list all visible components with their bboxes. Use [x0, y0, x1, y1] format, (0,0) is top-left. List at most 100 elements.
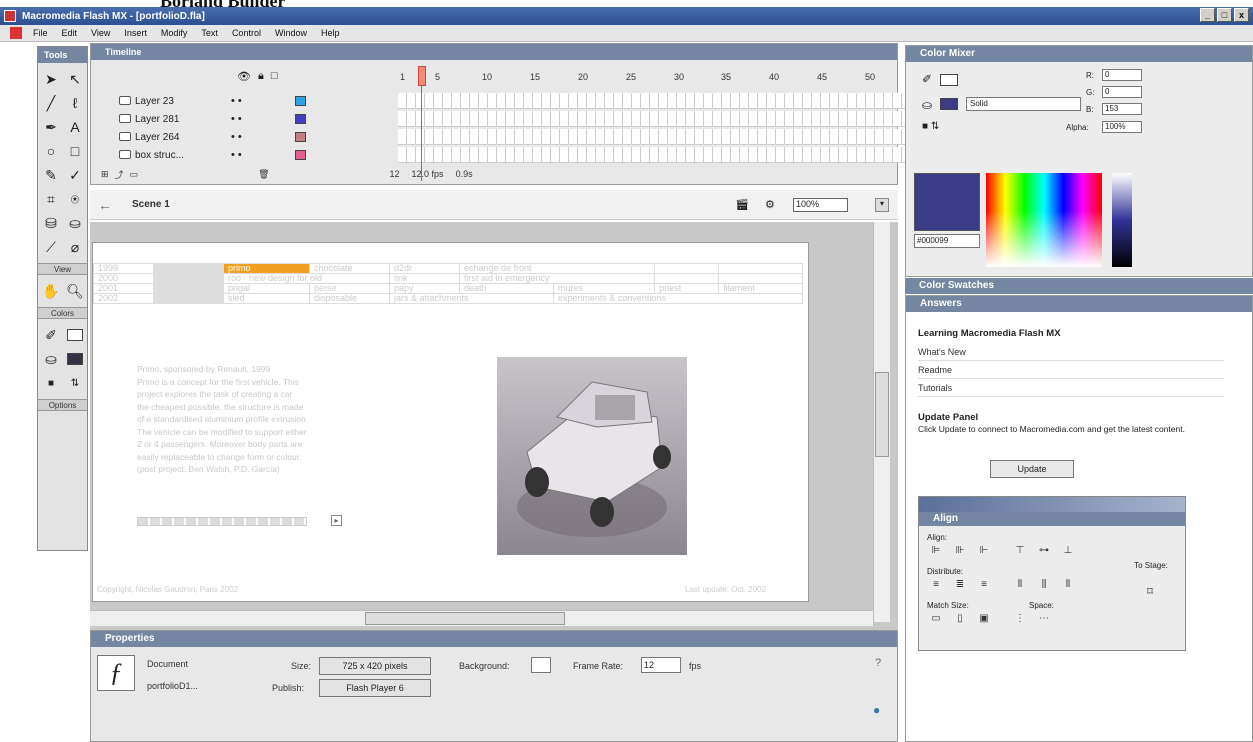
scene-name[interactable]: Scene 1: [132, 199, 170, 210]
next-arrow-icon[interactable]: ▸: [331, 515, 342, 526]
edit-scene-icon[interactable]: 🎬︎: [735, 198, 749, 211]
match-both-icon[interactable]: ▣: [975, 613, 993, 627]
match-height-icon[interactable]: ▯: [951, 613, 969, 627]
space-vertical-icon[interactable]: ⋮: [1011, 613, 1029, 627]
subselect-tool-icon[interactable]: ↖: [63, 67, 87, 91]
layer-color-swatch[interactable]: [295, 114, 306, 124]
menu-file[interactable]: File: [26, 28, 55, 38]
publish-button[interactable]: Flash Player 6: [319, 679, 431, 697]
color-spectrum[interactable]: [986, 173, 1102, 267]
layer-frames[interactable]: [398, 93, 964, 109]
close-button[interactable]: x: [1234, 8, 1249, 22]
pen-tool-icon[interactable]: ✒: [39, 115, 63, 139]
layer-frames[interactable]: [398, 111, 964, 127]
stroke-color-icon[interactable]: ✐: [39, 323, 63, 347]
arrow-tool-icon[interactable]: ➤: [39, 67, 63, 91]
fill-color-icon[interactable]: ⛀: [39, 347, 63, 371]
thumbnail-strip[interactable]: [137, 517, 307, 526]
playhead[interactable]: [418, 66, 426, 86]
eraser-tool-icon[interactable]: ⌀: [63, 235, 87, 259]
maximize-button[interactable]: □: [1217, 8, 1232, 22]
swap-colors-icon[interactable]: ⇅: [63, 371, 87, 395]
background-color-swatch[interactable]: [531, 657, 551, 673]
layer-row[interactable]: Layer 281 • •: [91, 110, 964, 128]
distribute-top-icon[interactable]: ≡: [927, 579, 945, 593]
distribute-center-v-icon[interactable]: ≣: [951, 579, 969, 593]
align-center-v-icon[interactable]: ⊶: [1035, 545, 1053, 559]
oval-tool-icon[interactable]: ○: [39, 139, 63, 163]
g-input[interactable]: 0: [1102, 86, 1142, 98]
free-transform-tool-icon[interactable]: ⌗: [39, 187, 63, 211]
scroll-thumb[interactable]: [365, 612, 565, 625]
stroke-color-swatch[interactable]: [63, 323, 87, 347]
layer-color-swatch[interactable]: [295, 96, 306, 106]
link-label[interactable]: Tutorials: [918, 383, 952, 393]
accessibility-icon[interactable]: ●: [873, 703, 880, 717]
layer-row[interactable]: box struc... • •: [91, 146, 964, 164]
to-stage-icon[interactable]: ⌑: [1141, 585, 1159, 599]
hand-tool-icon[interactable]: ✋: [39, 279, 63, 303]
fill-color-swatch[interactable]: [63, 347, 87, 371]
menu-text[interactable]: Text: [194, 28, 225, 38]
size-button[interactable]: 725 x 420 pixels: [319, 657, 431, 675]
zoom-input[interactable]: 100%: [793, 198, 848, 212]
stage-vertical-scrollbar[interactable]: [873, 222, 890, 622]
menu-window[interactable]: Window: [268, 28, 314, 38]
delete-layer-icon[interactable]: 🗑︎: [258, 169, 269, 180]
layer-color-swatch[interactable]: [295, 150, 306, 160]
help-icon[interactable]: ?: [875, 657, 881, 669]
menu-insert[interactable]: Insert: [117, 28, 154, 38]
lock-icon[interactable]: 🔒︎: [258, 70, 264, 83]
eyedropper-tool-icon[interactable]: ⟋: [39, 235, 63, 259]
menu-modify[interactable]: Modify: [154, 28, 195, 38]
align-center-h-icon[interactable]: ⊪: [951, 545, 969, 559]
stroke-icon[interactable]: ✐: [922, 72, 932, 86]
stage-canvas[interactable]: 1999 primo chocolate d2dr echange de fro…: [92, 242, 809, 602]
match-width-icon[interactable]: ▭: [927, 613, 945, 627]
answers-link-whats-new[interactable]: What's New: [918, 344, 1224, 361]
fill-icon[interactable]: ⛀: [922, 98, 932, 112]
eye-icon[interactable]: 👁︎: [237, 70, 251, 83]
line-tool-icon[interactable]: ╱: [39, 91, 63, 115]
align-bottom-icon[interactable]: ⊥: [1059, 545, 1077, 559]
brightness-slider[interactable]: [1112, 173, 1132, 267]
layer-frames[interactable]: [398, 129, 964, 145]
add-guide-icon[interactable]: ⤴: [115, 168, 124, 181]
layer-row[interactable]: Layer 264 • •: [91, 128, 964, 146]
answers-link-tutorials[interactable]: Tutorials: [918, 380, 1224, 397]
link-label[interactable]: What's New: [918, 347, 966, 357]
layer-row[interactable]: Layer 23 • •: [91, 92, 964, 110]
update-button[interactable]: Update: [990, 460, 1074, 478]
menu-view[interactable]: View: [84, 28, 117, 38]
answers-link-readme[interactable]: Readme: [918, 362, 1224, 379]
align-right-icon[interactable]: ⊩: [975, 545, 993, 559]
layer-frames[interactable]: [398, 147, 964, 163]
paint-bucket-tool-icon[interactable]: ⛀: [63, 211, 87, 235]
space-horizontal-icon[interactable]: ⋯: [1035, 613, 1053, 627]
text-tool-icon[interactable]: A: [63, 115, 87, 139]
fill-swatch[interactable]: [940, 98, 958, 110]
r-input[interactable]: 0: [1102, 69, 1142, 81]
add-layer-icon[interactable]: ⊞: [101, 169, 109, 180]
stage-horizontal-scrollbar[interactable]: [90, 610, 873, 626]
hex-input[interactable]: #000099: [914, 234, 980, 248]
align-left-icon[interactable]: ⊫: [927, 545, 945, 559]
layer-color-swatch[interactable]: [295, 132, 306, 142]
distribute-right-icon[interactable]: ⫴: [1059, 579, 1077, 593]
alpha-input[interactable]: 100%: [1102, 121, 1142, 133]
link-label[interactable]: Readme: [918, 365, 952, 375]
insert-folder-icon[interactable]: ▭: [130, 169, 139, 180]
brush-tool-icon[interactable]: ✓: [63, 163, 87, 187]
ink-bottle-tool-icon[interactable]: ⛁: [39, 211, 63, 235]
rectangle-tool-icon[interactable]: □: [63, 139, 87, 163]
distribute-center-h-icon[interactable]: ⫼: [1035, 579, 1053, 593]
zoom-tool-icon[interactable]: 🔍︎: [63, 279, 87, 303]
minimize-button[interactable]: _: [1200, 8, 1215, 22]
distribute-left-icon[interactable]: ⫴: [1011, 579, 1029, 593]
pencil-tool-icon[interactable]: ✎: [39, 163, 63, 187]
swap-colors-icon[interactable]: ■ ⇅: [922, 121, 939, 132]
align-top-icon[interactable]: ⊤: [1011, 545, 1029, 559]
lasso-tool-icon[interactable]: ℓ: [63, 91, 87, 115]
menu-edit[interactable]: Edit: [55, 28, 85, 38]
color-swatches-title[interactable]: Color Swatches: [905, 278, 1253, 294]
